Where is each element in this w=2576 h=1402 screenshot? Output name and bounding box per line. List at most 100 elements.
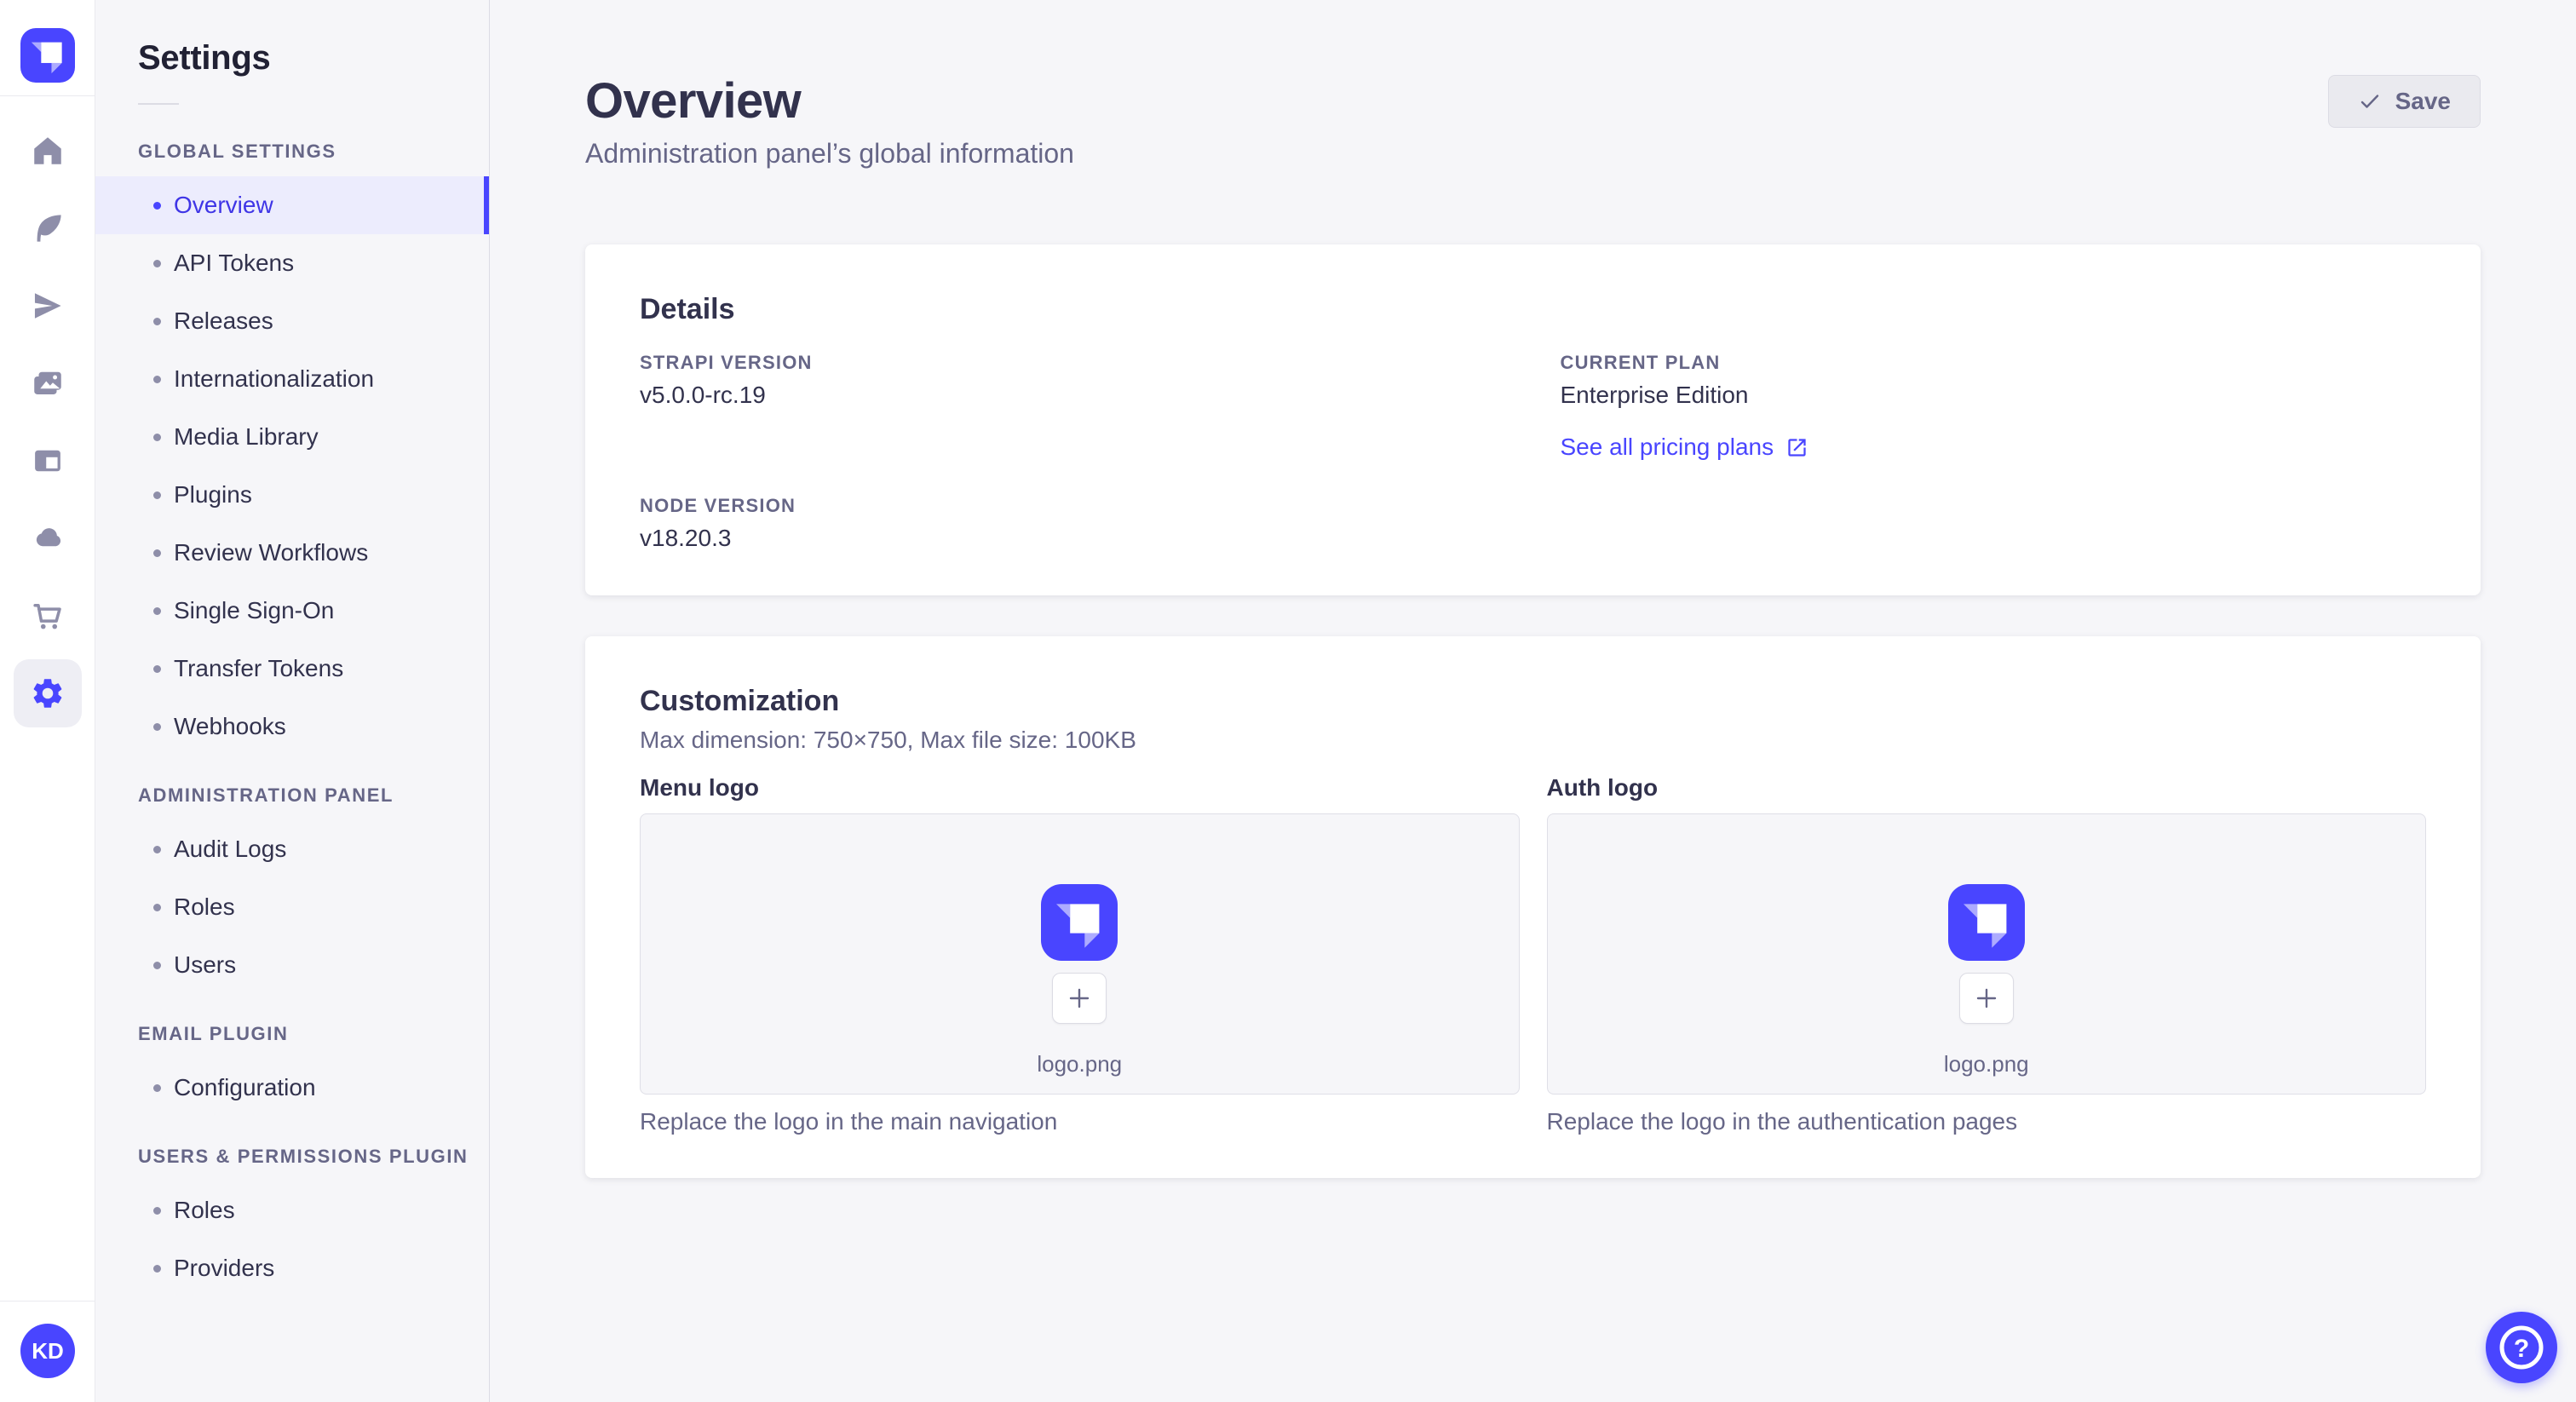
nav-content-builder-button[interactable]: [0, 189, 95, 267]
external-link-icon: [1788, 438, 1806, 457]
sidebar-item-internationalization[interactable]: Internationalization: [95, 350, 489, 408]
menu-logo-label: Menu logo: [640, 774, 759, 801]
rail-icons: [0, 112, 95, 732]
field-value: v18.20.3: [640, 525, 732, 551]
sidebar-item-label: Configuration: [174, 1074, 316, 1100]
sidebar-item-label: Overview: [174, 192, 273, 218]
nav-content-manager-button[interactable]: [0, 422, 95, 499]
strapi-logo-icon: [1963, 904, 2007, 948]
bullet-icon: [153, 961, 161, 969]
sidebar-item-plugins[interactable]: Plugins: [95, 466, 489, 524]
cart-icon: [32, 603, 61, 629]
sidebar-item-label: Plugins: [174, 481, 252, 508]
bullet-icon: [153, 722, 161, 731]
customization-card: Customization Max dimension: 750×750, Ma…: [585, 636, 2481, 1178]
sidebar-item-api-tokens[interactable]: API Tokens: [95, 234, 489, 292]
home-icon: [33, 136, 61, 164]
page-header: Overview Administration panel’s global i…: [585, 75, 2481, 170]
sidebar-item-label: API Tokens: [174, 250, 295, 276]
sidebar-item-transfer-tokens[interactable]: Transfer Tokens: [95, 640, 489, 698]
check-icon: [2360, 95, 2378, 108]
avatar[interactable]: KD: [20, 1324, 75, 1378]
sidebar-item-overview[interactable]: Overview: [95, 176, 489, 234]
bullet-icon: [153, 664, 161, 673]
bullet-icon: [153, 606, 161, 615]
nav-marketplace-button[interactable]: [0, 577, 95, 654]
field-label: STRAPI VERSION: [640, 352, 813, 373]
page-subtitle: Administration panel’s global informatio…: [585, 138, 1074, 169]
nav-settings-button[interactable]: [0, 654, 95, 732]
menu-logo-add-button[interactable]: [1052, 973, 1107, 1024]
menu-logo-filename: logo.png: [1037, 1051, 1123, 1077]
menu-logo-column: Menu logo logo.png Replace the logo in t…: [640, 774, 1520, 1135]
field-node-version: NODE VERSION v18.20.3: [640, 495, 1506, 553]
details-grid: STRAPI VERSION v5.0.0-rc.19 CURRENT PLAN…: [640, 352, 2426, 553]
sidebar-item-up-providers[interactable]: Providers: [95, 1239, 489, 1297]
rail-bottom: KD: [0, 1301, 95, 1402]
bullet-icon: [153, 317, 161, 325]
sidebar-item-label: Roles: [174, 1197, 235, 1223]
pricing-plans-link[interactable]: See all pricing plans: [1561, 434, 1809, 461]
section-global-settings: Overview API Tokens Releases Internation…: [95, 176, 489, 756]
nav-deploy-button[interactable]: [0, 267, 95, 344]
sidebar-item-label: Users: [174, 951, 237, 978]
sidebar-title-divider: [138, 103, 179, 105]
nav-cloud-button[interactable]: [0, 499, 95, 577]
app-window: KD Settings GLOBAL SETTINGS Overview API…: [0, 0, 2576, 1402]
auth-logo-dropzone[interactable]: logo.png: [1546, 813, 2426, 1095]
section-label-email-plugin: EMAIL PLUGIN: [138, 1023, 289, 1044]
media-gallery-icon: [33, 371, 61, 394]
plus-icon: [1070, 988, 1090, 1008]
sidebar-item-label: Providers: [174, 1255, 275, 1281]
sidebar-item-admin-roles[interactable]: Roles: [95, 878, 489, 936]
bullet-icon: [153, 259, 161, 267]
help-button[interactable]: ?: [2486, 1312, 2557, 1383]
bullet-icon: [153, 1083, 161, 1092]
cloud-icon: [36, 527, 60, 546]
section-label-global-settings: GLOBAL SETTINGS: [138, 141, 336, 162]
question-mark-icon: ?: [2499, 1325, 2544, 1370]
nav-media-library-button[interactable]: [0, 344, 95, 422]
section-label-administration-panel: ADMINISTRATION PANEL: [138, 784, 394, 806]
menu-logo-dropzone[interactable]: logo.png: [640, 813, 1520, 1095]
section-users-permissions-plugin: Roles Providers: [95, 1181, 489, 1297]
sidebar-item-email-configuration[interactable]: Configuration: [95, 1059, 489, 1117]
main-content: Overview Administration panel’s global i…: [490, 0, 2576, 1402]
nav-home-button[interactable]: [0, 112, 95, 189]
sidebar-item-media-library[interactable]: Media Library: [95, 408, 489, 466]
bullet-icon: [153, 903, 161, 911]
bullet-icon: [153, 201, 161, 210]
settings-active-highlight: [13, 658, 82, 727]
details-card-title: Details: [640, 293, 735, 325]
feather-icon: [37, 214, 61, 242]
strapi-logo-icon: [1056, 904, 1100, 948]
sidebar-item-single-sign-on[interactable]: Single Sign-On: [95, 582, 489, 640]
bullet-icon: [153, 845, 161, 853]
sidebar-item-review-workflows[interactable]: Review Workflows: [95, 524, 489, 582]
sidebar-item-audit-logs[interactable]: Audit Logs: [95, 820, 489, 878]
sidebar-item-up-roles[interactable]: Roles: [95, 1181, 489, 1239]
section-label-users-permissions-plugin: USERS & PERMISSIONS PLUGIN: [138, 1146, 469, 1167]
sidebar-item-label: Roles: [174, 893, 235, 920]
layout-icon: [34, 450, 60, 471]
logo-upload-grid: Menu logo logo.png Replace the logo in t…: [640, 774, 2426, 1135]
field-label: CURRENT PLAN: [1560, 352, 1721, 373]
save-button-label: Save: [2395, 88, 2451, 114]
sidebar-item-releases[interactable]: Releases: [95, 292, 489, 350]
sidebar-item-webhooks[interactable]: Webhooks: [95, 698, 489, 756]
sidebar-item-label: Webhooks: [174, 713, 286, 739]
gear-icon: [33, 678, 61, 708]
strapi-logo[interactable]: [20, 28, 75, 83]
field-label: NODE VERSION: [640, 495, 796, 516]
page-header-text: Overview Administration panel’s global i…: [585, 75, 1074, 170]
sidebar-item-label: Audit Logs: [174, 836, 287, 862]
field-value: Enterprise Edition: [1560, 382, 1749, 408]
customization-card-subtitle: Max dimension: 750×750, Max file size: 1…: [640, 727, 1136, 753]
sidebar-item-admin-users[interactable]: Users: [95, 936, 489, 994]
sidebar-item-label: Review Workflows: [174, 539, 369, 566]
auth-logo-caption: Replace the logo in the authentication p…: [1546, 1108, 2018, 1135]
bullet-icon: [153, 1206, 161, 1215]
save-button[interactable]: Save: [2327, 75, 2481, 128]
auth-logo-add-button[interactable]: [1958, 973, 2014, 1024]
auth-logo-filename: logo.png: [1943, 1051, 2029, 1077]
